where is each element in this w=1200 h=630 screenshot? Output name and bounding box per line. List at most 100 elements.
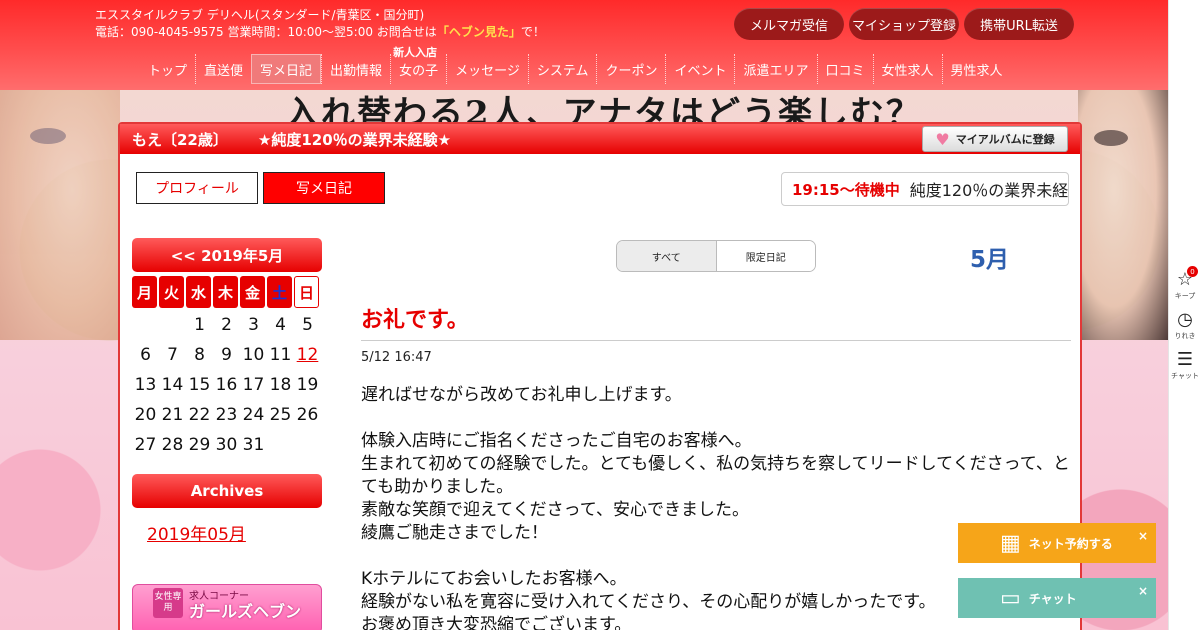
post-title: お礼です。 (361, 308, 469, 333)
tab-profile[interactable]: プロフィール (136, 172, 258, 204)
keep-button[interactable]: ☆ 0 キープ (1169, 266, 1200, 301)
girl-name: もえ〔22歳〕 (132, 130, 228, 149)
calendar-day: 18 (269, 375, 292, 395)
calendar-weekdays: 月火水木金土日 (132, 276, 319, 308)
calendar-day: 20 (134, 405, 157, 425)
add-album-button[interactable]: ♥ マイアルバムに登録 (922, 126, 1068, 152)
nav-item[interactable]: 写メ日記 (251, 54, 322, 84)
weekday-label: 水 (186, 276, 211, 308)
calendar-day: 16 (215, 375, 238, 395)
calendar-prev-month[interactable]: << 2019年5月 (132, 238, 322, 272)
nav-item[interactable]: クーポン (596, 54, 665, 84)
calendar-day: 27 (134, 435, 157, 455)
nav-item[interactable]: 派遣エリア (734, 54, 816, 84)
shop-info: 電話：090-4045-9575 営業時間：10:00～翌5:00 お問合せは「… (95, 25, 545, 39)
post-line: 遅ればせながら改めてお礼申し上げます。 (361, 385, 682, 405)
close-icon[interactable]: × (1138, 529, 1148, 543)
myshop-register-button[interactable]: マイショップ登録 (849, 8, 959, 40)
divider (361, 340, 1071, 341)
filter-limited[interactable]: 限定日記 (716, 241, 815, 271)
calendar-day: 19 (296, 375, 319, 395)
calendar-day: 31 (242, 435, 265, 455)
nav-item[interactable]: 出勤情報 (321, 54, 390, 84)
calendar-day: 2 (221, 315, 232, 335)
nav-item[interactable]: 女性求人 (872, 54, 942, 84)
calendar-day: 4 (275, 315, 286, 335)
post-line (361, 407, 1071, 430)
banner-tag: 女性専用 (153, 588, 183, 618)
calendar-day: 1 (194, 315, 205, 335)
calendar-day: 11 (269, 345, 292, 365)
reserve-widget[interactable]: ▦ ネット予約する × (958, 523, 1156, 563)
calendar-day: 14 (161, 375, 184, 395)
calendar-day: 6 (140, 345, 151, 365)
nav-item[interactable]: システム (527, 54, 597, 84)
tab-diary[interactable]: 写メ日記 (263, 172, 385, 204)
new-girl-badge: 新人入店 (393, 46, 438, 59)
history-button[interactable]: ◷ りれき (1169, 310, 1200, 341)
calendar-day: 28 (161, 435, 184, 455)
archive-link[interactable]: 2019年05月 (147, 520, 246, 545)
status-message: 純度120％の業界未経験 (909, 181, 1069, 200)
newsletter-button[interactable]: メルマガ受信 (734, 8, 844, 40)
calendar-day: 7 (167, 345, 178, 365)
main-nav: トップ 直送便 写メ日記 出勤情報 女の子 新人入店 メッセージ システム クーポン イベント 派遣… (140, 46, 1011, 84)
nav-item[interactable]: トップ (140, 54, 195, 84)
calendar-day: 3 (248, 315, 259, 335)
profile-panel: もえ〔22歳〕 ★純度120％の業界未経験★ ♥ マイアルバムに登録 プロフィー… (118, 122, 1082, 630)
banner-main: ガールズヘブン (189, 602, 302, 621)
calendar-day: 29 (188, 435, 211, 455)
nav-item[interactable]: 女の子 新人入店 (390, 46, 446, 84)
nav-item[interactable]: イベント (665, 54, 734, 84)
status-box: 19:15～待機中 純度120％の業界未経験 (781, 172, 1069, 206)
chat-bubble-icon: ▭ (1000, 585, 1021, 611)
clock-icon: ◷ (1177, 309, 1193, 330)
weekday-label: 木 (213, 276, 238, 308)
close-icon[interactable]: × (1138, 584, 1148, 598)
weekday-label: 月 (132, 276, 157, 308)
status-time: 19:15～待機中 (792, 180, 900, 199)
weekday-label: 火 (159, 276, 184, 308)
keep-count-badge: 0 (1187, 266, 1198, 277)
calendar-day: 30 (215, 435, 238, 455)
girls-heaven-banner[interactable]: 女性専用 求人コーナー ガールズヘブン (132, 584, 322, 630)
background-model-right (1078, 90, 1168, 340)
chat-side-button[interactable]: ☰ チャット (1169, 350, 1200, 381)
post-line: 素敵な笑顔で迎えてくださって、安心できました。 (361, 500, 749, 520)
side-toolbar: ☆ 0 キープ ◷ りれき ☰ チャット (1168, 0, 1200, 630)
calendar-day[interactable]: 12 (294, 340, 321, 370)
weekday-label: 金 (240, 276, 265, 308)
girl-catch: ★純度120％の業界未経験★ (257, 130, 452, 149)
catchphrase: 入れ替わる2人、アナタはどう楽しむ？ (285, 94, 922, 124)
nav-item[interactable]: 口コミ (816, 54, 873, 84)
mobile-url-button[interactable]: 携帯URL転送 (964, 8, 1074, 40)
filter-all[interactable]: すべて (617, 241, 717, 271)
profile-header: もえ〔22歳〕 ★純度120％の業界未経験★ ♥ マイアルバムに登録 (120, 124, 1080, 154)
calendar-day: 10 (242, 345, 265, 365)
chat-icon: ☰ (1176, 349, 1194, 370)
calendar-day: 9 (221, 345, 232, 365)
calendar-day: 15 (188, 375, 211, 395)
calendar-grid: 1 2 3 4 5 6 7 8 9 10 11 12 13 14 15 16 17 18 19 20 21 22 23 24 2… (132, 310, 321, 460)
post-line: 生まれて初めての経験でした。とても優しく、私の気持ちを察してリードしてくださって… (361, 454, 1070, 497)
weekday-label: 土 (267, 276, 292, 308)
nav-item[interactable]: 男性求人 (941, 54, 1011, 84)
calendar-day: 25 (269, 405, 292, 425)
calendar-day: 22 (188, 405, 211, 425)
post-date: 5/12 16:47 (361, 350, 432, 365)
nav-item[interactable]: 直送便 (195, 54, 251, 84)
nav-item[interactable]: メッセージ (446, 54, 528, 84)
weekday-label: 日 (294, 276, 319, 308)
calendar-day (132, 310, 159, 340)
calendar-icon: ▦ (1000, 530, 1021, 556)
post-line: 体験入店時にご指名くださったご自宅のお客様へ。 (361, 431, 752, 451)
heart-icon: ♥ (935, 129, 950, 149)
calendar-day: 26 (296, 405, 319, 425)
chat-widget[interactable]: ▭ チャット × (958, 578, 1156, 618)
archives-header: Archives (132, 474, 322, 508)
calendar-day: 5 (302, 315, 313, 335)
calendar-day: 21 (161, 405, 184, 425)
calendar-day: 23 (215, 405, 238, 425)
calendar-day: 17 (242, 375, 265, 395)
calendar-day: 8 (194, 345, 205, 365)
